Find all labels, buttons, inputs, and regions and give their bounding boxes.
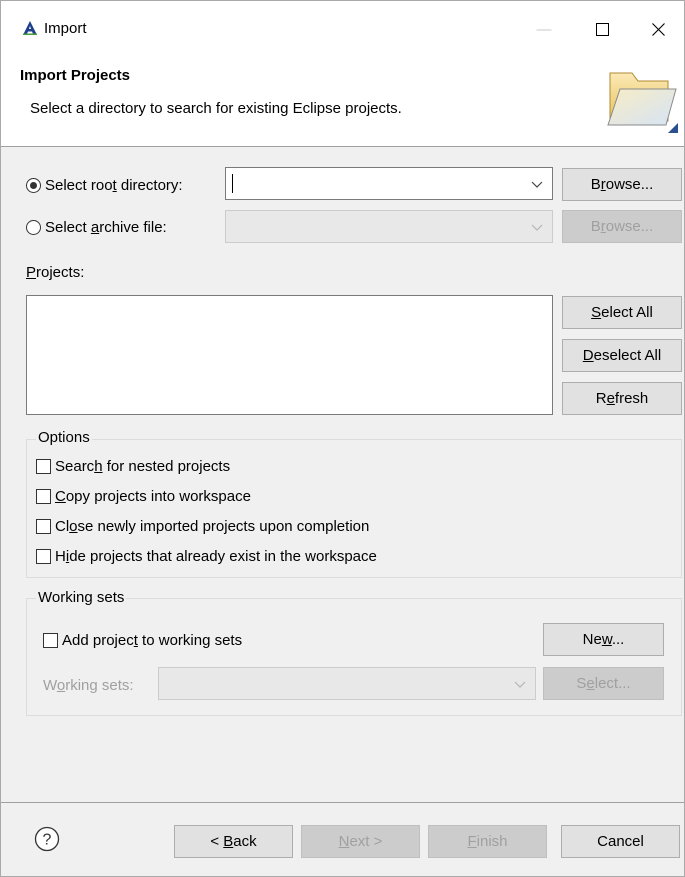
minimize-button[interactable]: — bbox=[521, 11, 567, 47]
hide-existing-label: Hide projects that already exist in the … bbox=[55, 548, 377, 565]
window-title: Import bbox=[44, 20, 87, 37]
new-working-set-button[interactable]: New... bbox=[543, 623, 664, 656]
archive-file-label: Select archive file: bbox=[45, 219, 167, 236]
select-label: Select... bbox=[576, 675, 631, 692]
title-bar[interactable]: Import — bbox=[1, 1, 684, 47]
finish-button[interactable]: Finish bbox=[428, 825, 547, 858]
svg-text:?: ? bbox=[43, 832, 52, 849]
root-directory-combo[interactable] bbox=[225, 167, 553, 200]
checkbox-indicator bbox=[36, 549, 51, 564]
hide-existing-checkbox[interactable]: Hide projects that already exist in the … bbox=[36, 548, 377, 565]
chevron-down-icon bbox=[531, 224, 543, 231]
working-sets-label: Working sets: bbox=[43, 677, 134, 694]
close-imported-checkbox[interactable]: Close newly imported projects upon compl… bbox=[36, 518, 369, 535]
copy-projects-checkbox[interactable]: Copy projects into workspace bbox=[36, 488, 251, 505]
browse-label: Browse... bbox=[590, 218, 654, 235]
add-to-working-sets-label: Add project to working sets bbox=[62, 632, 243, 649]
search-nested-label: Search for nested projects bbox=[55, 458, 231, 475]
select-all-label: Select All bbox=[591, 304, 653, 321]
checkbox-indicator bbox=[36, 489, 51, 504]
select-working-sets-button[interactable]: Select... bbox=[543, 667, 664, 700]
chevron-down-icon bbox=[514, 681, 526, 688]
radio-indicator bbox=[26, 220, 41, 235]
help-button[interactable]: ? bbox=[34, 826, 60, 852]
maximize-icon bbox=[595, 22, 609, 36]
next-label: Next > bbox=[338, 833, 383, 850]
cancel-label: Cancel bbox=[597, 833, 644, 850]
deselect-all-button[interactable]: Deselect All bbox=[562, 339, 682, 372]
projects-list[interactable] bbox=[26, 295, 553, 415]
deselect-all-label: Deselect All bbox=[582, 347, 662, 364]
cancel-button[interactable]: Cancel bbox=[561, 825, 680, 858]
select-archive-file-radio[interactable]: Select archive file: bbox=[26, 219, 167, 236]
close-button[interactable] bbox=[635, 11, 681, 47]
radio-indicator bbox=[26, 178, 41, 193]
select-root-directory-radio[interactable]: Select root directory: bbox=[26, 177, 183, 194]
minimize-icon: — bbox=[536, 20, 552, 38]
page-title: Import Projects bbox=[20, 67, 131, 84]
wizard-banner: Import Projects Select a directory to se… bbox=[1, 47, 684, 147]
search-nested-checkbox[interactable]: Search for nested projects bbox=[36, 458, 230, 475]
page-description: Select a directory to search for existin… bbox=[30, 100, 402, 117]
back-button[interactable]: < Back bbox=[174, 825, 293, 858]
root-directory-label: Select root directory: bbox=[45, 177, 183, 194]
refresh-button[interactable]: Refresh bbox=[562, 382, 682, 415]
browse-archive-button[interactable]: Browse... bbox=[562, 210, 682, 243]
back-label: < Back bbox=[210, 833, 257, 850]
projects-label: Projects: bbox=[26, 264, 85, 281]
browse-label: Browse... bbox=[590, 176, 654, 193]
add-to-working-sets-checkbox[interactable]: Add project to working sets bbox=[43, 632, 242, 649]
checkbox-indicator bbox=[36, 459, 51, 474]
new-label: New... bbox=[582, 631, 625, 648]
chevron-down-icon bbox=[531, 181, 543, 188]
options-title: Options bbox=[36, 429, 92, 446]
finish-label: Finish bbox=[467, 833, 508, 850]
import-dialog: Import — Import Projects Select a direct… bbox=[0, 0, 685, 877]
folder-icon bbox=[607, 72, 678, 133]
help-icon: ? bbox=[34, 826, 60, 852]
checkbox-indicator bbox=[43, 633, 58, 648]
close-imported-label: Close newly imported projects upon compl… bbox=[55, 518, 370, 535]
next-button[interactable]: Next > bbox=[301, 825, 420, 858]
app-logo-icon bbox=[23, 21, 37, 35]
checkbox-indicator bbox=[36, 519, 51, 534]
text-cursor bbox=[232, 174, 233, 193]
select-all-button[interactable]: Select All bbox=[562, 296, 682, 329]
working-sets-combo[interactable] bbox=[158, 667, 536, 700]
browse-directory-button[interactable]: Browse... bbox=[562, 168, 682, 201]
refresh-label: Refresh bbox=[595, 390, 649, 407]
archive-file-combo[interactable] bbox=[225, 210, 553, 243]
copy-projects-label: Copy projects into workspace bbox=[55, 488, 251, 505]
close-icon bbox=[651, 22, 665, 36]
working-sets-title: Working sets bbox=[36, 589, 127, 606]
footer-separator bbox=[1, 802, 684, 803]
maximize-button[interactable] bbox=[579, 11, 625, 47]
